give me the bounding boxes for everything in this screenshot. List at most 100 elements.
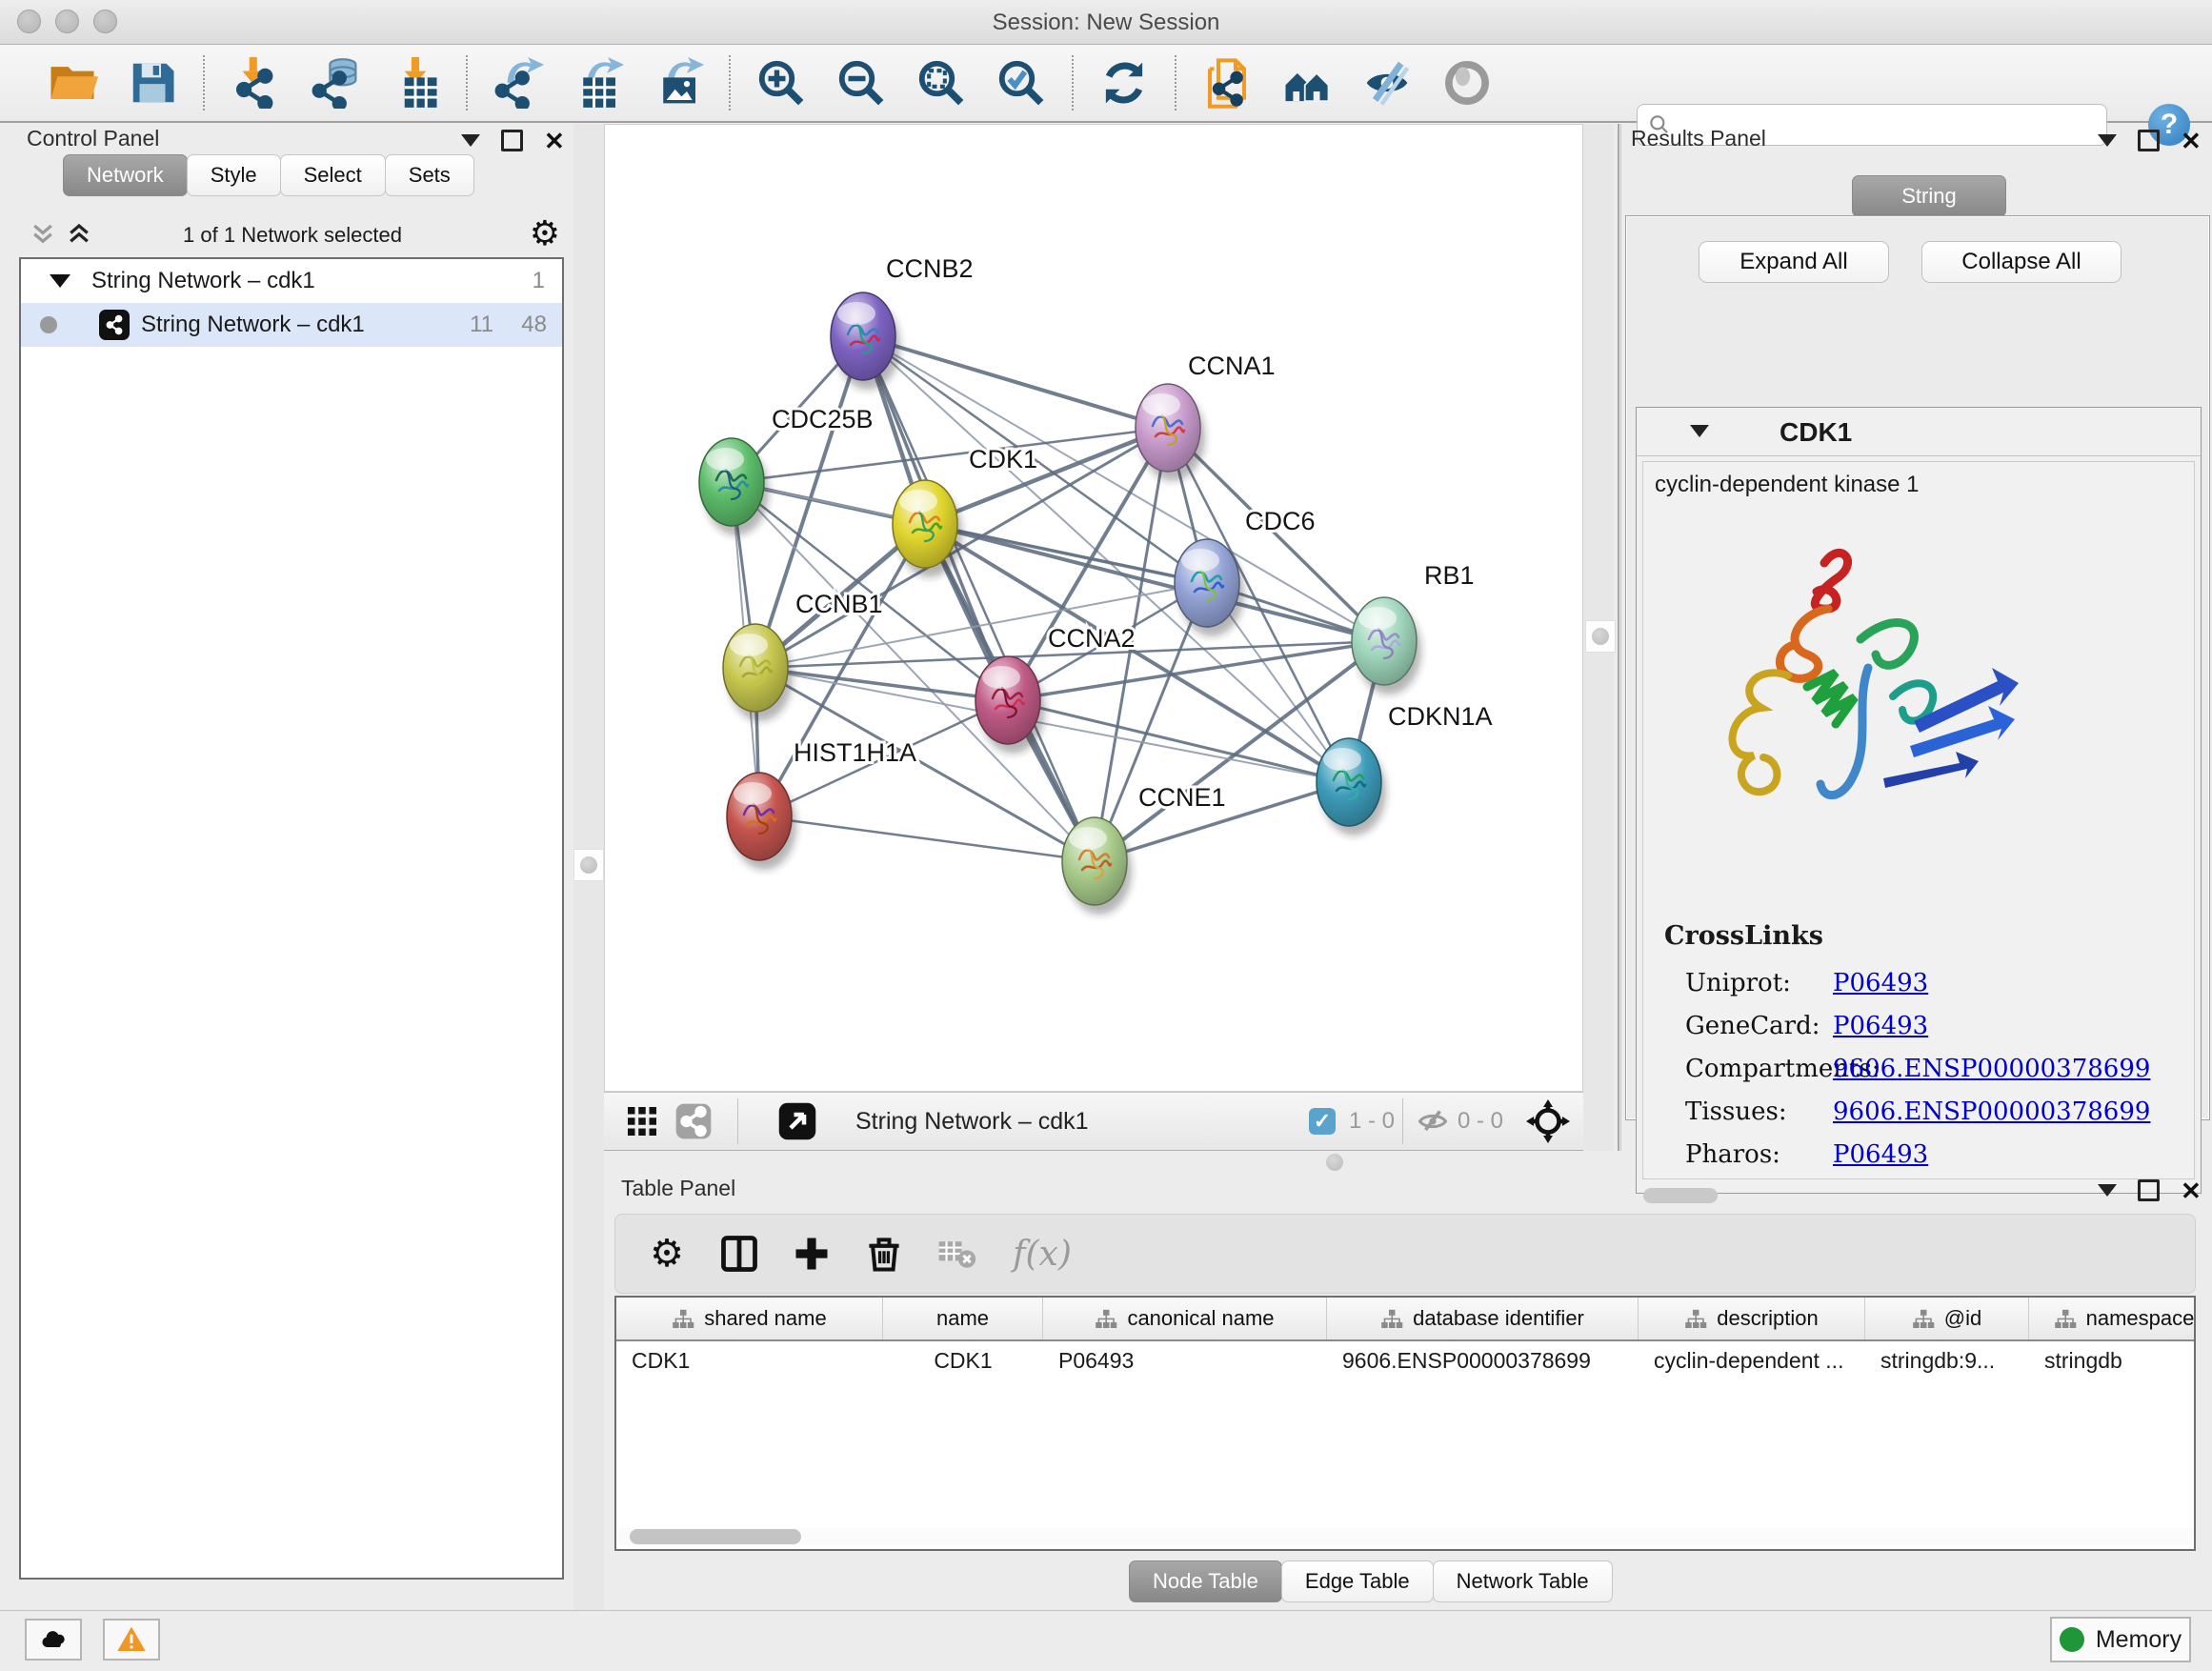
table-settings-button[interactable]: ⚙ (642, 1229, 692, 1278)
table-panel-title: Table Panel (621, 1176, 735, 1201)
panel-menu-icon[interactable] (461, 134, 480, 147)
table-scrollbar-thumb[interactable] (630, 1529, 801, 1544)
network-share-view-button[interactable] (674, 1093, 713, 1150)
network-node-ccne1[interactable] (1062, 817, 1132, 915)
show-panel-button[interactable] (1439, 55, 1495, 111)
table-body: CDK1CDK1P064939606.ENSP00000378699cyclin… (616, 1341, 2194, 1379)
tab-network-table[interactable]: Network Table (1433, 1560, 1613, 1602)
tab-edge-table[interactable]: Edge Table (1281, 1560, 1434, 1602)
tab-network[interactable]: Network (63, 154, 188, 196)
panel-close-icon[interactable]: ✕ (2181, 1181, 2202, 1200)
panel-float-icon[interactable] (501, 130, 523, 151)
table-scrollbar[interactable] (618, 1528, 2192, 1545)
function-builder-button[interactable]: f(x) (1004, 1229, 1080, 1278)
export-network-button[interactable] (491, 55, 546, 111)
panel-close-icon[interactable]: ✕ (2181, 131, 2202, 151)
grid-view-button[interactable] (625, 1093, 659, 1150)
panel-menu-icon[interactable] (2098, 1184, 2117, 1197)
import-network-from-file-button[interactable] (228, 55, 283, 111)
export-image-button[interactable] (651, 55, 706, 111)
network-edge[interactable] (759, 816, 1095, 861)
right-splitter[interactable] (1583, 124, 1614, 1151)
zoom-out-button[interactable] (834, 55, 889, 111)
node-table: shared namenamecanonical namedatabase id… (614, 1296, 2196, 1551)
column-header-@id[interactable]: @id (1865, 1298, 2029, 1339)
crosslink-link[interactable]: 9606.ENSP00000378699 (1833, 1055, 2150, 1083)
selected-checkbox[interactable]: ✓ (1309, 1093, 1336, 1150)
column-header-canonical-name[interactable]: canonical name (1043, 1298, 1327, 1339)
network-node-cdkn1a[interactable] (1317, 738, 1386, 836)
zoom-fit-content-button[interactable] (914, 55, 969, 111)
column-header-namespace[interactable]: namespace (2029, 1298, 2196, 1339)
network-edge[interactable] (863, 336, 1168, 428)
network-graph[interactable]: CCNB2CCNA1CDC25BCDK1CDC6RB1CCNB1CCNA2CDK… (605, 125, 1582, 1091)
import-table-from-file-button[interactable] (388, 55, 443, 111)
birds-eye-view-button[interactable] (777, 1093, 817, 1150)
right-splitter-handle[interactable] (1585, 620, 1616, 653)
crosshair-icon (1526, 1099, 1570, 1143)
panel-menu-icon[interactable] (2098, 134, 2117, 147)
memory-button[interactable]: Memory (2050, 1617, 2191, 1662)
crosslink-link[interactable]: P06493 (1833, 969, 1928, 997)
network-canvas[interactable]: CCNB2CCNA1CDC25BCDK1CDC6RB1CCNB1CCNA2CDK… (604, 124, 1583, 1092)
show-columns-button[interactable] (714, 1229, 764, 1278)
gene-collapse-icon[interactable] (1690, 425, 1709, 437)
network-edge[interactable] (1008, 700, 1349, 782)
network-edge[interactable] (755, 668, 1008, 700)
panel-float-icon[interactable] (2138, 130, 2160, 151)
network-node-ccnb2[interactable] (831, 292, 900, 390)
collapse-all-button[interactable]: Collapse All (1921, 241, 2122, 283)
crosslink-link[interactable]: 9606.ENSP00000378699 (1833, 1097, 2150, 1126)
refresh-button[interactable] (1096, 55, 1152, 111)
column-header-description[interactable]: description (1639, 1298, 1865, 1339)
panel-close-icon[interactable]: ✕ (544, 131, 565, 151)
save-session-button[interactable] (125, 55, 180, 111)
tab-sets[interactable]: Sets (385, 154, 474, 196)
network-node-ccna2[interactable] (975, 656, 1045, 754)
results-panel-title: Results Panel (1631, 126, 1766, 151)
network-options-gear-icon[interactable]: ⚙ (530, 213, 560, 253)
crosslinks-title: CrossLinks (1664, 921, 1823, 951)
network-node-ccnb1[interactable] (723, 624, 793, 721)
tab-string[interactable]: String (1852, 175, 2006, 217)
network-collection-row[interactable]: String Network – cdk1 1 (21, 259, 562, 303)
share-document-button[interactable] (1199, 55, 1255, 111)
left-splitter[interactable] (573, 124, 604, 1610)
network-edge[interactable] (863, 336, 1095, 861)
warning-status-button[interactable] (103, 1619, 160, 1661)
expand-all-button[interactable]: Expand All (1699, 241, 1889, 283)
tab-style[interactable]: Style (187, 154, 281, 196)
tab-select[interactable]: Select (280, 154, 386, 196)
export-table-button[interactable] (571, 55, 626, 111)
hide-panel-button[interactable] (1359, 55, 1415, 111)
import-network-from-database-button[interactable] (308, 55, 363, 111)
panel-float-icon[interactable] (2138, 1179, 2160, 1201)
column-header-database-identifier[interactable]: database identifier (1327, 1298, 1639, 1339)
delete-table-button[interactable] (932, 1229, 981, 1278)
crosslink-link[interactable]: P06493 (1833, 1012, 1928, 1040)
add-column-button[interactable] (787, 1229, 836, 1278)
home-button[interactable] (1279, 55, 1335, 111)
tree-expand-icon[interactable] (50, 274, 70, 288)
hidden-eye-icon[interactable] (1416, 1093, 1450, 1150)
string-results-container: Expand All Collapse All CDK1 cyclin-depe… (1625, 215, 2210, 1120)
delete-column-button[interactable] (859, 1229, 909, 1278)
cloud-status-button[interactable] (25, 1619, 82, 1661)
crosslink-row: Uniprot:P06493 (1685, 961, 2181, 1004)
left-splitter-handle[interactable] (573, 849, 604, 881)
zoom-in-button[interactable] (754, 55, 809, 111)
network-node-hist1h1a[interactable] (727, 773, 796, 870)
network-node-rb1[interactable] (1352, 597, 1421, 695)
zoom-selected-button[interactable] (994, 55, 1049, 111)
gene-header[interactable]: CDK1 (1637, 408, 2201, 456)
open-session-button[interactable] (45, 55, 100, 111)
network-row[interactable]: String Network – cdk1 11 48 (21, 303, 562, 347)
title-bar: Session: New Session (0, 0, 2212, 45)
tab-node-table[interactable]: Node Table (1129, 1560, 1282, 1602)
column-header-shared-name[interactable]: shared name (616, 1298, 883, 1339)
column-header-name[interactable]: name (883, 1298, 1043, 1339)
table-row[interactable]: CDK1CDK1P064939606.ENSP00000378699cyclin… (616, 1341, 2194, 1379)
home-icon (1281, 57, 1333, 109)
fit-selected-button[interactable] (1526, 1093, 1570, 1150)
crosslink-link[interactable]: P06493 (1833, 1140, 1928, 1169)
